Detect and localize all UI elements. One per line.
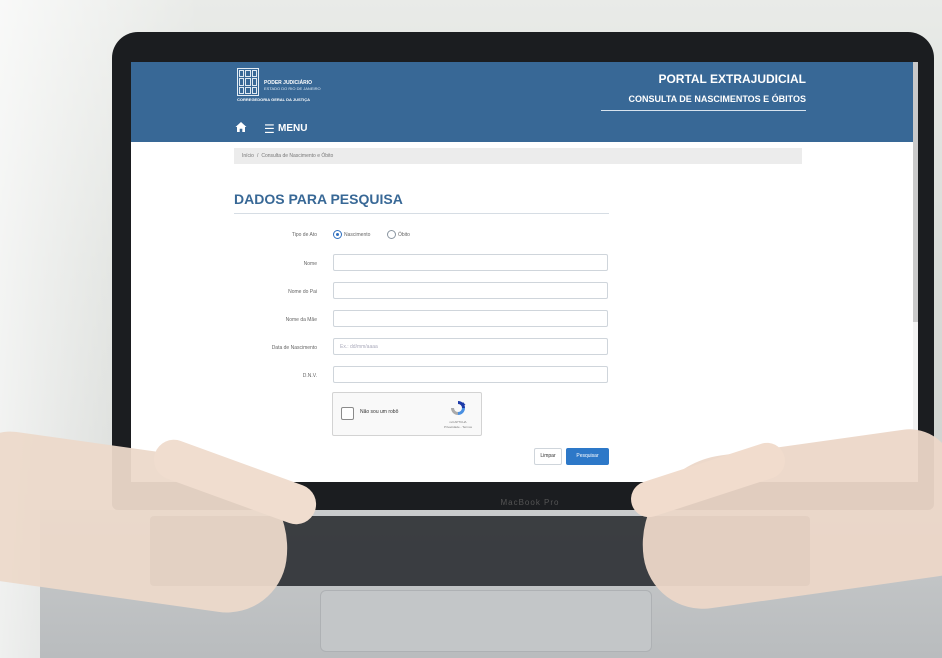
recaptcha-widget: Não sou um robô reCAPTCHA Privacidade - … [332, 392, 482, 436]
hamburger-menu-icon[interactable]: ☰ [264, 122, 275, 136]
recaptcha-label: Não sou um robô [360, 409, 399, 415]
birth-date-label: Data de Nascimento [271, 345, 317, 351]
dnv-input[interactable] [333, 366, 608, 383]
recaptcha-brand: reCAPTCHA [449, 420, 467, 424]
page-title: DADOS PARA PESQUISA [234, 191, 403, 207]
breadcrumb-home-link[interactable]: Início [242, 153, 254, 159]
dnv-label: D.N.V. [302, 373, 317, 379]
radio-obito-label[interactable]: Óbito [398, 232, 410, 238]
scrollbar-thumb[interactable] [913, 62, 918, 322]
site-header: PODER JUDICIÁRIO ESTADO DO RIO DE JANEIR… [131, 62, 918, 142]
org-line-2: ESTADO DO RIO DE JANEIRO [264, 86, 321, 91]
father-name-input[interactable] [333, 282, 608, 299]
page-scrollbar[interactable] [913, 62, 918, 482]
radio-nascimento-label[interactable]: Nascimento [344, 232, 370, 238]
portal-title: PORTAL EXTRAJUDICIAL [658, 72, 806, 86]
portal-subtitle: CONSULTA DE NASCIMENTOS E ÓBITOS [628, 94, 806, 104]
breadcrumb-separator: / [256, 153, 259, 159]
laptop-trackpad [320, 590, 652, 652]
laptop-brand-label: MacBook Pro [500, 498, 560, 507]
father-name-label: Nome do Pai [288, 289, 317, 295]
mother-name-input[interactable] [333, 310, 608, 327]
breadcrumb: Início / Consulta de Nascimento e Óbito [234, 148, 802, 164]
home-icon[interactable] [235, 121, 247, 133]
name-label: Nome [303, 261, 317, 267]
org-line-3: CORREGEDORIA GERAL DA JUSTIÇA [237, 97, 310, 102]
recaptcha-links[interactable]: Privacidade - Termos [437, 425, 479, 429]
clear-button[interactable]: Limpar [534, 448, 562, 465]
recaptcha-checkbox[interactable] [341, 407, 354, 420]
court-logo-icon [237, 68, 259, 96]
radio-obito[interactable] [387, 230, 396, 239]
act-type-label: Tipo de Ato [291, 232, 317, 238]
header-divider [601, 110, 806, 111]
radio-nascimento[interactable] [333, 230, 342, 239]
search-button[interactable]: Pesquisar [566, 448, 609, 465]
laptop-screen: PODER JUDICIÁRIO ESTADO DO RIO DE JANEIR… [131, 62, 918, 482]
recaptcha-logo-icon [451, 401, 466, 415]
menu-button[interactable]: MENU [278, 123, 307, 134]
breadcrumb-current: Consulta de Nascimento e Óbito [261, 153, 334, 159]
title-divider [234, 213, 609, 214]
birth-date-input[interactable] [333, 338, 608, 355]
mother-name-label: Nome da Mãe [285, 317, 317, 323]
name-input[interactable] [333, 254, 608, 271]
